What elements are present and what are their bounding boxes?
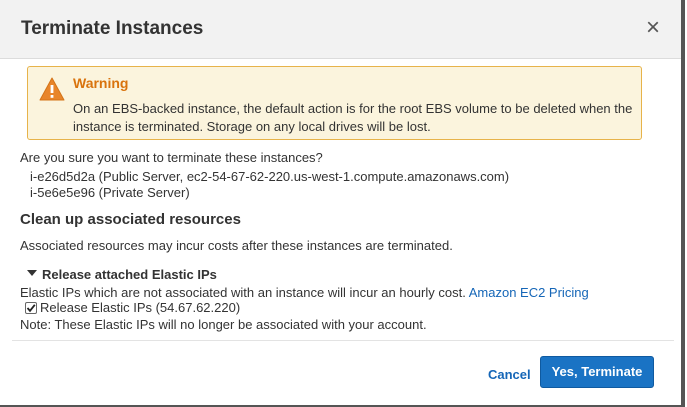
warning-icon	[39, 77, 65, 101]
release-elastic-ips-label[interactable]: Release Elastic IPs (54.67.62.220)	[40, 300, 240, 315]
release-elastic-ips-checkbox[interactable]	[25, 302, 37, 314]
elastic-ip-footnote: Note: These Elastic IPs will no longer b…	[20, 317, 427, 332]
footer-divider	[12, 340, 674, 341]
cleanup-heading: Clean up associated resources	[20, 211, 241, 228]
checkmark-icon	[26, 304, 36, 313]
expand-triangle-icon[interactable]	[27, 270, 37, 276]
elastic-ip-section-toggle[interactable]: Release attached Elastic IPs	[42, 267, 217, 282]
cleanup-note: Associated resources may incur costs aft…	[20, 238, 453, 253]
ec2-pricing-link[interactable]: Amazon EC2 Pricing	[469, 285, 589, 300]
yes-terminate-button[interactable]: Yes, Terminate	[540, 356, 654, 388]
confirm-question: Are you sure you want to terminate these…	[20, 150, 323, 165]
elastic-ip-cost-text: Elastic IPs which are not associated wit…	[20, 285, 466, 300]
instance-item: i-5e6e5e96 (Private Server)	[30, 185, 190, 200]
close-icon[interactable]: ×	[641, 16, 665, 40]
instance-item: i-e26d5d2a (Public Server, ec2-54-67-62-…	[30, 169, 510, 184]
warning-title: Warning	[73, 75, 129, 91]
warning-box: Warning On an EBS-backed instance, the d…	[27, 66, 642, 140]
dialog-title: Terminate Instances	[21, 18, 204, 39]
dialog-header: Terminate Instances ×	[0, 0, 681, 59]
cancel-button[interactable]: Cancel	[488, 367, 531, 382]
terminate-instances-dialog: Terminate Instances × Warning On an EBS-…	[0, 0, 685, 407]
elastic-ip-description: Elastic IPs which are not associated wit…	[20, 285, 589, 300]
warning-text: On an EBS-backed instance, the default a…	[73, 101, 633, 134]
